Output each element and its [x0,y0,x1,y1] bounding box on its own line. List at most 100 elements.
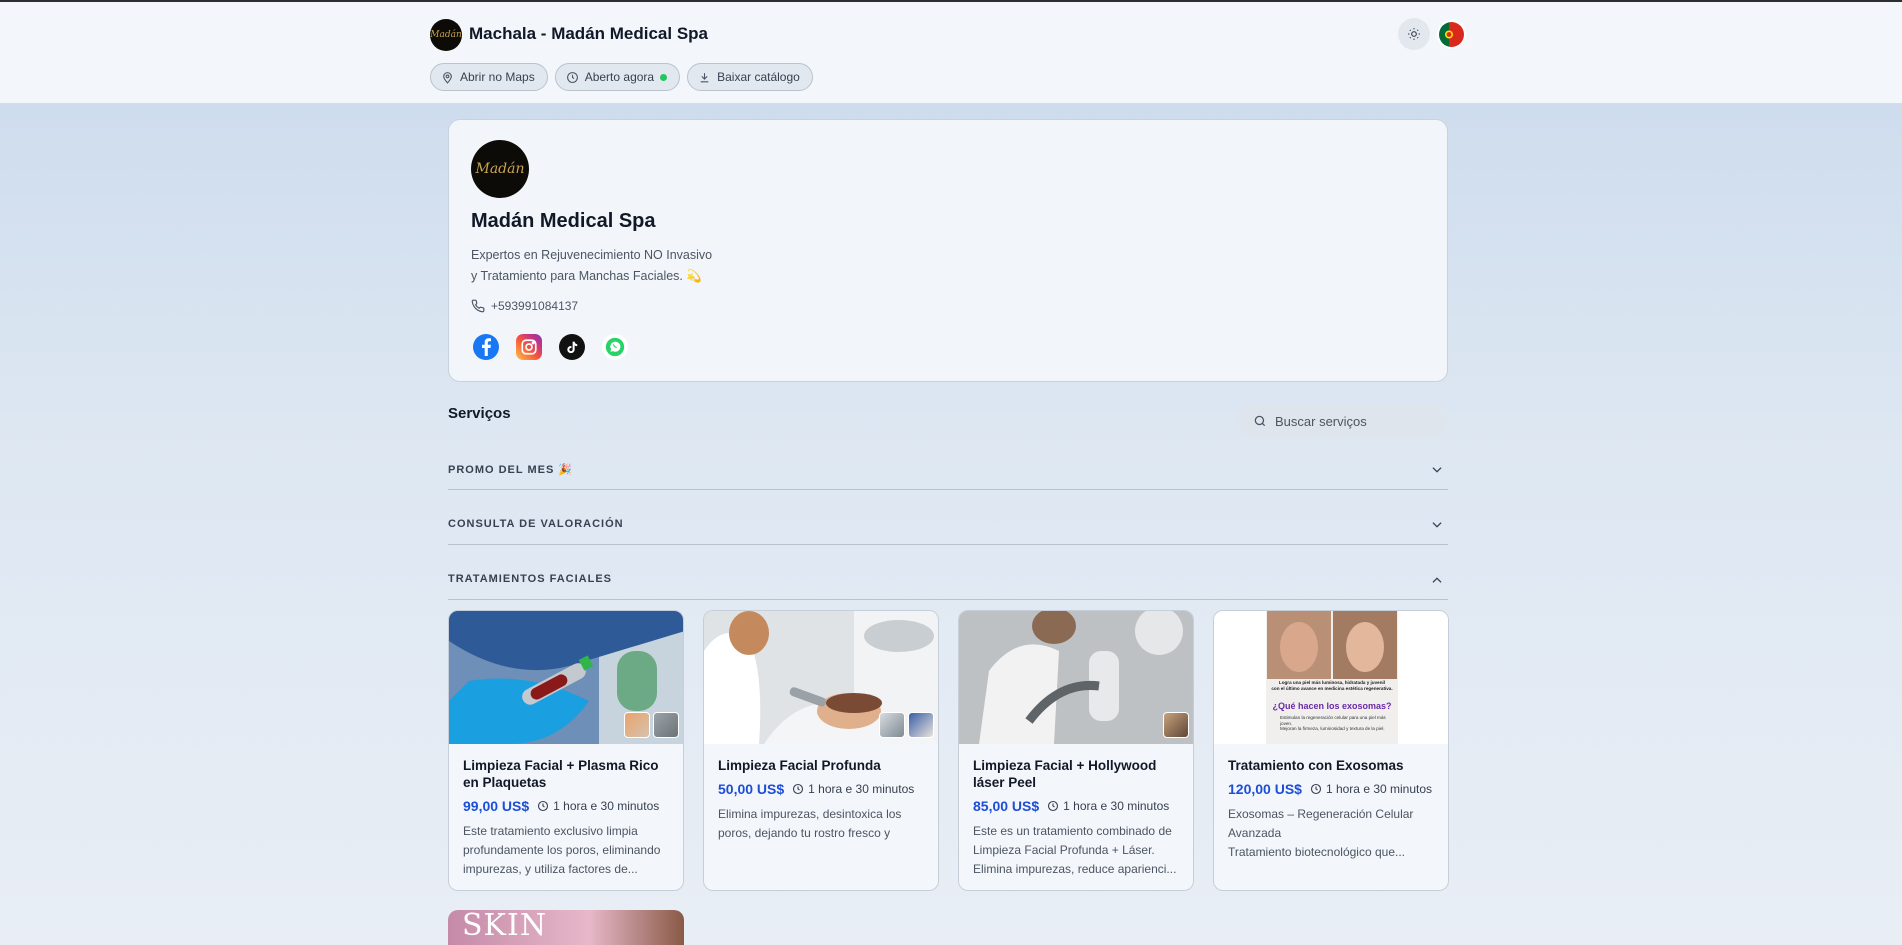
service-card[interactable]: Limpieza Facial + Plasma Rico en Plaquet… [448,610,684,891]
tiktok-icon[interactable] [559,334,585,360]
top-header: Madán Machala - Madán Medical Spa Abrir … [0,2,1902,104]
service-card-partial[interactable]: SKIN [448,910,684,945]
service-description: Este tratamiento exclusivo limpia profun… [463,824,661,876]
service-meta: 99,00 US$ 1 hora e 30 minutos [463,798,659,814]
clock-icon [793,783,804,795]
sun-icon [1408,28,1420,40]
open-now-button[interactable]: Aberto agora [554,63,681,91]
download-catalog-label: Baixar catálogo [717,70,800,84]
phone-number: +593991084137 [491,299,579,313]
open-in-maps-label: Abrir no Maps [460,70,535,84]
service-description: Exosomas – Regeneración Celular Avanzada… [1228,805,1440,881]
thumbnail[interactable] [653,712,679,738]
social-links [473,334,628,360]
chevron-down-icon [1432,467,1442,473]
service-duration: 1 hora e 30 minutos [537,799,659,813]
download-icon [700,72,709,82]
map-pin-icon [443,71,452,84]
category-consulta-de-valoracion[interactable]: CONSULTA DE VALORACIÓN [448,518,1448,545]
description-line-1: Exosomas – Regeneración Celular Avanzada [1228,807,1414,840]
thumbnail[interactable] [1163,712,1189,738]
open-in-maps-button[interactable]: Abrir no Maps [430,63,548,91]
partial-card-image-text: SKIN [462,910,548,943]
poster-bullets: Estimulan la regeneración celular para u… [1280,715,1390,732]
service-card[interactable]: Limpieza Facial Profunda 50,00 US$ 1 hor… [703,610,939,891]
whatsapp-icon[interactable] [602,334,628,360]
chevron-up-icon [1432,577,1442,583]
clock-icon [538,800,549,812]
thumbnail[interactable] [624,712,650,738]
poster-bullet-1: Estimulan la regeneración celular para u… [1280,715,1386,726]
poster-heading: ¿Qué hacen los exosomas? [1272,701,1392,711]
open-now-label: Aberto agora [584,70,655,84]
chevron-down-icon [1432,522,1442,528]
search-input[interactable] [1275,413,1435,429]
theme-toggle-button[interactable] [1398,18,1430,50]
poster-intro: Logra una piel más luminosa, hidratada y… [1270,680,1394,691]
business-description: Expertos en Rejuvenecimiento NO Invasivo… [471,245,771,287]
page-title: Machala - Madán Medical Spa [469,24,709,43]
instagram-icon[interactable] [516,334,542,360]
business-logo: Madán [471,140,529,198]
image-thumbnails [879,712,934,738]
services-search[interactable] [1237,404,1448,438]
portugal-flag-icon [1439,22,1464,47]
image-thumbnails [1163,712,1189,738]
search-icon [1254,415,1266,427]
description-line-2: y Tratamiento para Manchas Faciales. 💫 [471,269,702,283]
poster-line-2: con el último avance en medicina estétic… [1271,685,1393,691]
clock-icon [1310,783,1322,795]
service-title: Limpieza Facial + Plasma Rico en Plaquet… [463,758,659,790]
poster-bullet-2: Mejoran la firmeza, luminosidad y textur… [1280,726,1385,731]
service-price: 120,00 US$ [1228,781,1302,797]
facebook-icon[interactable] [473,334,499,360]
category-label: CONSULTA DE VALORACIÓN [448,518,624,530]
service-meta: 120,00 US$ 1 hora e 30 minutos [1228,781,1432,797]
description-line-1: Expertos en Rejuvenecimiento NO Invasivo [471,248,713,262]
brand-logo[interactable]: Madán [430,19,462,51]
business-profile-card: Madán Madán Medical Spa Expertos en Reju… [448,119,1448,382]
service-title: Tratamiento con Exosomas [1228,758,1404,773]
services-heading: Serviços [448,405,511,422]
thumbnail[interactable] [879,712,905,738]
phone-icon [471,299,485,313]
service-duration-label: 1 hora e 30 minutos [1063,799,1170,813]
poster-line-1: Logra una piel más luminosa, hidratada y… [1278,680,1386,685]
service-duration: 1 hora e 30 minutos [792,782,914,796]
download-catalog-button[interactable]: Baixar catálogo [687,63,813,91]
service-price: 99,00 US$ [463,798,530,814]
category-label: TRATAMIENTOS FACIALES [448,573,612,585]
service-image-hollywood-peel [959,611,1193,744]
service-card[interactable]: Limpieza Facial + Hollywood láser Peel 8… [958,610,1194,891]
service-image-exosomas: Logra una piel más luminosa, hidratada y… [1214,611,1448,744]
open-status-dot [660,73,668,81]
business-name: Madán Medical Spa [471,210,656,232]
service-duration-label: 1 hora e 30 minutos [553,799,660,813]
service-duration-label: 1 hora e 30 minutos [1325,782,1433,796]
image-thumbnails [624,712,679,738]
category-promo-del-mes[interactable]: PROMO DEL MES 🎉 [448,463,1448,490]
service-image-plasma [449,611,683,744]
service-meta: 85,00 US$ 1 hora e 30 minutos [973,798,1169,814]
service-duration: 1 hora e 30 minutos [1047,799,1169,813]
description-line-2: Tratamiento biotecnológico que... [1228,845,1405,859]
thumbnail[interactable] [908,712,934,738]
service-card[interactable]: Logra una piel más luminosa, hidratada y… [1213,610,1449,891]
clock-icon [566,71,578,83]
service-meta: 50,00 US$ 1 hora e 30 minutos [718,781,914,797]
service-price: 85,00 US$ [973,798,1040,814]
service-description: Este es un tratamiento combinado de Limp… [973,824,1177,876]
language-selector-button[interactable] [1437,20,1466,49]
service-price: 50,00 US$ [718,781,785,797]
clock-icon [1048,800,1059,812]
service-duration: 1 hora e 30 minutos [1310,782,1432,796]
service-title: Limpieza Facial Profunda [718,758,881,773]
business-phone[interactable]: +593991084137 [471,299,578,313]
service-title: Limpieza Facial + Hollywood láser Peel [973,758,1157,790]
header-actions: Abrir no Maps Aberto agora Baixar catálo… [430,63,813,91]
category-label: PROMO DEL MES 🎉 [448,464,574,476]
category-tratamientos-faciales[interactable]: TRATAMIENTOS FACIALES [448,573,1448,600]
service-description: Elimina impurezas, desintoxica los poros… [718,807,902,840]
service-image-limpieza-profunda [704,611,938,744]
service-duration-label: 1 hora e 30 minutos [808,782,915,796]
